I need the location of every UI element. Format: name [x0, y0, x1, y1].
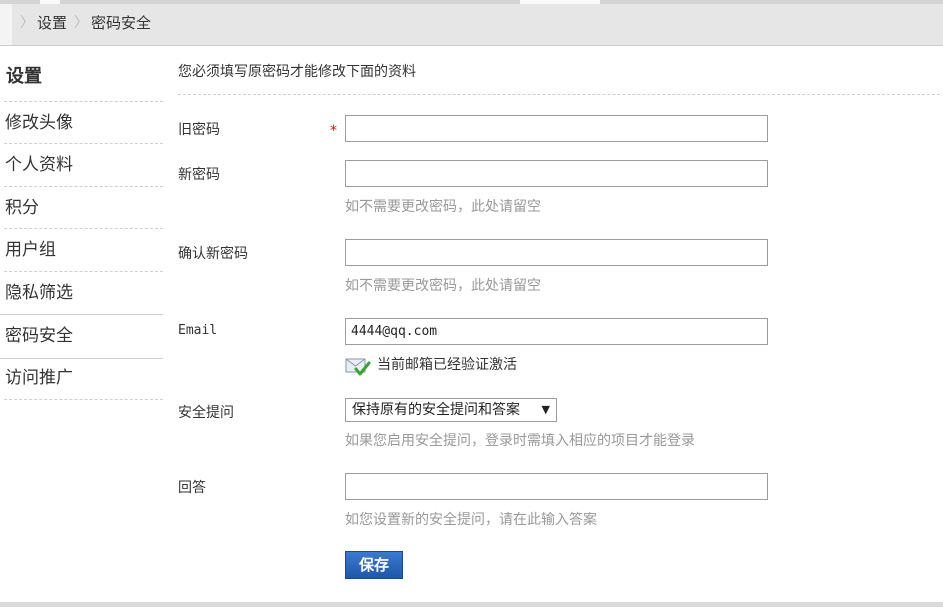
answer-field[interactable]: [345, 473, 768, 500]
form-notice: 您必须填写原密码才能修改下面的资料: [178, 64, 416, 80]
divider: [178, 94, 940, 95]
tab-strip-segment: [520, 0, 600, 4]
sidebar-item-profile[interactable]: 个人资料: [5, 153, 73, 177]
sidebar-item-password-security[interactable]: 密码安全: [0, 314, 163, 359]
security-question-hint: 如果您启用安全提问，登录时需填入相应的项目才能登录: [345, 433, 695, 449]
new-password-hint: 如不需要更改密码，此处请留空: [345, 199, 541, 215]
old-password-field[interactable]: [345, 115, 768, 142]
divider: [4, 143, 163, 144]
sidebar-title: 设置: [6, 66, 42, 87]
sidebar-item-avatar[interactable]: 修改头像: [5, 111, 73, 135]
divider: [4, 186, 163, 187]
dropdown-arrow-icon: ▼: [541, 403, 550, 416]
new-password-field[interactable]: [345, 160, 768, 187]
save-button[interactable]: 保存: [345, 551, 403, 579]
top-tab-strip: [0, 0, 943, 4]
breadcrumb-separator-icon: 〉: [20, 15, 34, 31]
confirm-password-field[interactable]: [345, 239, 768, 266]
answer-hint: 如您设置新的安全提问，请在此输入答案: [345, 512, 597, 528]
new-password-label: 新密码: [178, 167, 220, 183]
breadcrumb-settings[interactable]: 设置: [37, 12, 67, 34]
breadcrumb-lead: [0, 4, 12, 45]
sidebar-item-label: 密码安全: [5, 326, 73, 346]
breadcrumb-bar: 〉 设置 〉 密码安全: [0, 0, 943, 46]
sidebar-item-credits[interactable]: 积分: [5, 196, 39, 220]
security-question-select[interactable]: 保持原有的安全提问和答案 ▼: [345, 398, 557, 422]
email-label: Email: [178, 323, 218, 338]
divider: [4, 399, 163, 400]
divider: [4, 101, 163, 102]
breadcrumb-separator-icon: 〉: [74, 15, 88, 31]
divider: [4, 228, 163, 229]
select-value: 保持原有的安全提问和答案: [352, 402, 520, 418]
security-question-label: 安全提问: [178, 405, 234, 421]
email-verified-status: 当前邮箱已经验证激活: [377, 357, 517, 373]
answer-label: 回答: [178, 480, 206, 496]
envelope-check-icon: [345, 358, 371, 376]
sidebar-item-privacy[interactable]: 隐私筛选: [5, 281, 73, 305]
sidebar-item-usergroup[interactable]: 用户组: [5, 238, 56, 262]
tab-strip-segment: [40, 0, 60, 4]
breadcrumb-password-security[interactable]: 密码安全: [91, 12, 151, 34]
bottom-bar: [0, 602, 943, 607]
required-mark: *: [330, 123, 337, 139]
confirm-password-label: 确认新密码: [178, 246, 248, 262]
email-field[interactable]: [345, 318, 768, 345]
sidebar-item-promotion[interactable]: 访问推广: [5, 366, 73, 390]
old-password-label: 旧密码: [178, 122, 220, 138]
confirm-password-hint: 如不需要更改密码，此处请留空: [345, 278, 541, 294]
divider: [4, 271, 163, 272]
